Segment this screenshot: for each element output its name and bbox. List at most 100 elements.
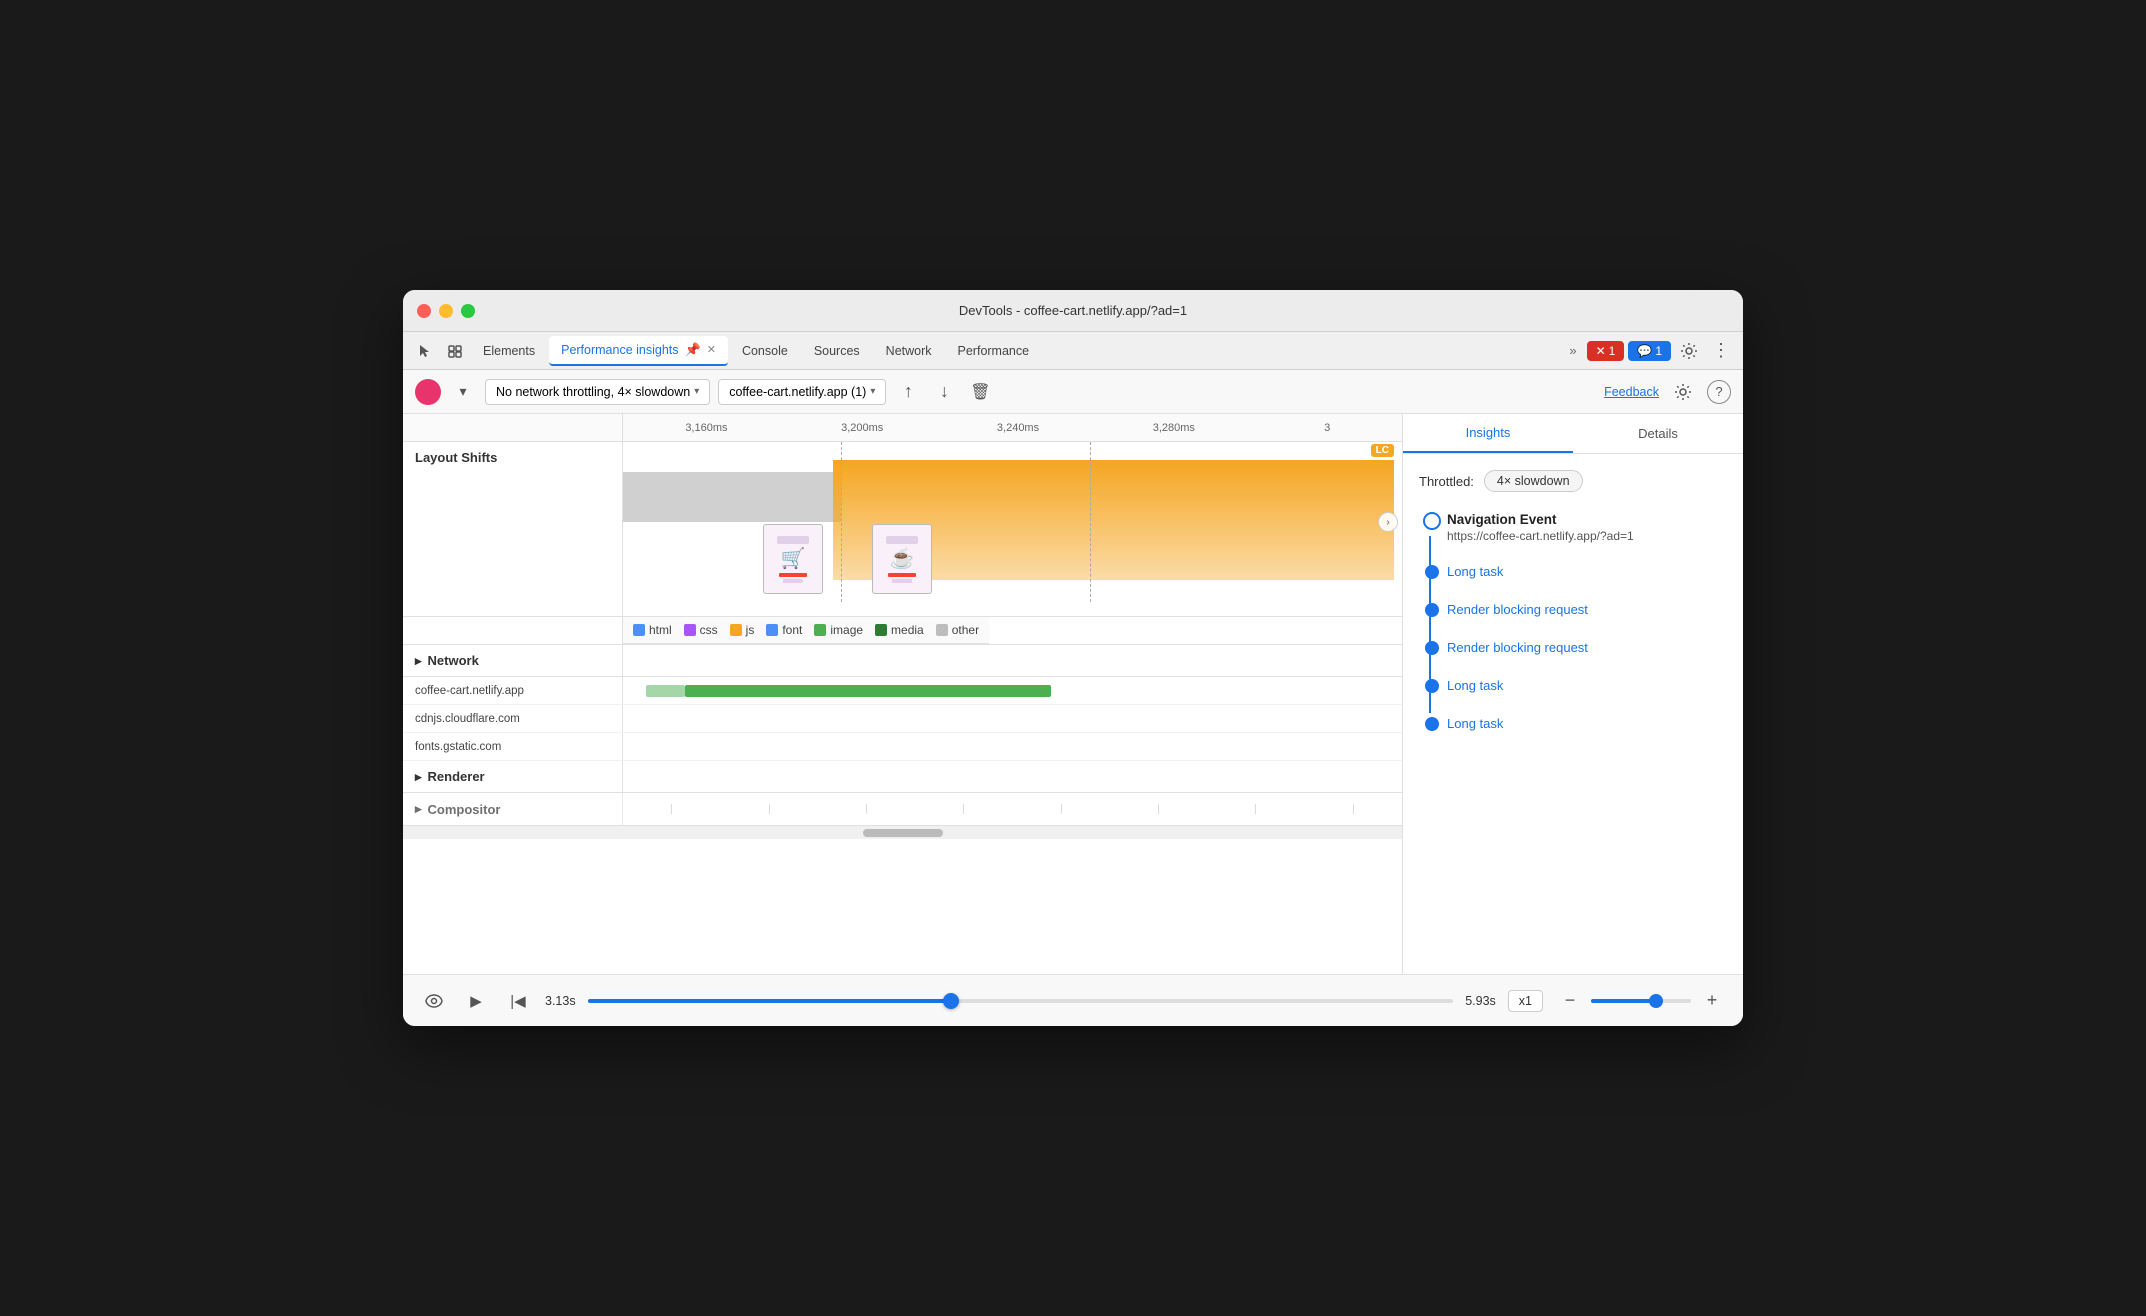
legend-js-label: js xyxy=(746,623,755,637)
layout-shifts-content: LC 🛒 ☕ xyxy=(623,442,1402,602)
renderer-toggle[interactable]: ▸ Renderer xyxy=(403,761,623,792)
layers-icon[interactable] xyxy=(441,337,469,365)
settings-button[interactable] xyxy=(1675,337,1703,365)
legend-css-color xyxy=(684,624,696,636)
network-collapse-icon: ▸ xyxy=(415,653,422,669)
event-dot-1 xyxy=(1425,565,1439,579)
cursor-icon[interactable] xyxy=(411,337,439,365)
net-bar-1-light xyxy=(646,685,685,697)
network-row-2-label: cdnjs.cloudflare.com xyxy=(403,705,623,732)
more-tabs-button[interactable]: » xyxy=(1563,343,1582,358)
legend-js-color xyxy=(730,624,742,636)
event-navigation-url: https://coffee-cart.netlify.app/?ad=1 xyxy=(1447,529,1727,543)
message-badge-button[interactable]: 💬 1 xyxy=(1628,341,1671,361)
network-legend-row: html css js font xyxy=(403,617,1402,645)
legend-media: media xyxy=(875,623,924,637)
timeline-scrubber[interactable] xyxy=(588,999,1454,1003)
event-link-long-task-2[interactable]: Long task xyxy=(1447,678,1503,693)
tab-network[interactable]: Network xyxy=(874,336,944,366)
renderer-content xyxy=(623,761,1402,792)
compositor-ticks xyxy=(623,804,1402,814)
slider-fill xyxy=(588,999,952,1003)
tick xyxy=(1255,804,1256,814)
ruler-tick-4: 3,280ms xyxy=(1153,422,1195,434)
event-link-render-blocking-2[interactable]: Render blocking request xyxy=(1447,640,1588,655)
slider-thumb[interactable] xyxy=(943,993,959,1009)
zoom-slider[interactable] xyxy=(1591,999,1691,1003)
renderer-row: ▸ Renderer xyxy=(403,761,1402,793)
tab-bar-right: » ✕ 1 💬 1 ⋮ xyxy=(1563,337,1735,365)
horizontal-scrollbar[interactable] xyxy=(403,825,1402,839)
tab-performance-insights[interactable]: Performance insights 📌 ✕ xyxy=(549,336,728,366)
zoom-out-button[interactable]: − xyxy=(1555,986,1585,1016)
network-row-3: fonts.gstatic.com xyxy=(403,733,1402,761)
event-dot-2 xyxy=(1425,603,1439,617)
compositor-collapse-icon: ▸ xyxy=(415,801,422,817)
maximize-button[interactable] xyxy=(461,304,475,318)
close-button[interactable] xyxy=(417,304,431,318)
tab-details[interactable]: Details xyxy=(1573,414,1743,453)
net-bar-1-main xyxy=(685,685,1051,697)
url-chevron-icon: ▾ xyxy=(870,386,875,397)
tab-console[interactable]: Console xyxy=(730,336,800,366)
legend-media-label: media xyxy=(891,623,924,637)
delete-button[interactable]: 🗑 xyxy=(966,378,994,406)
main-area: 3,160ms 3,200ms 3,240ms 3,280ms 3 Layout… xyxy=(403,414,1743,974)
compositor-toggle[interactable]: ▸ Compositor xyxy=(403,793,623,825)
feedback-link[interactable]: Feedback xyxy=(1604,385,1659,399)
network-row-1-label: coffee-cart.netlify.app xyxy=(403,677,623,704)
timeline-ruler: 3,160ms 3,200ms 3,240ms 3,280ms 3 xyxy=(403,414,1402,442)
gray-bar xyxy=(623,472,841,522)
record-button[interactable] xyxy=(415,379,441,405)
scrollbar-thumb[interactable] xyxy=(863,829,943,837)
upload-button[interactable]: ↑ xyxy=(894,378,922,406)
legend-html-color xyxy=(633,624,645,636)
tab-sources[interactable]: Sources xyxy=(802,336,872,366)
network-section-toggle[interactable]: ▸ Network xyxy=(403,645,623,676)
tab-elements[interactable]: Elements xyxy=(471,336,547,366)
event-long-task-3: Long task xyxy=(1447,715,1727,733)
tick xyxy=(866,804,867,814)
legend-image: image xyxy=(814,623,863,637)
event-navigation-title: Navigation Event xyxy=(1447,512,1727,527)
legend-media-color xyxy=(875,624,887,636)
shift-thumb-1: 🛒 xyxy=(763,524,823,594)
error-icon: ✕ xyxy=(1596,344,1606,358)
timeline-panel: 3,160ms 3,200ms 3,240ms 3,280ms 3 Layout… xyxy=(403,414,1403,974)
legend-html: html xyxy=(633,623,672,637)
tick xyxy=(1158,804,1159,814)
event-link-long-task-3[interactable]: Long task xyxy=(1447,716,1503,731)
legend-css: css xyxy=(684,623,718,637)
event-long-task-2: Long task xyxy=(1447,677,1727,695)
tab-insights[interactable]: Insights xyxy=(1403,414,1573,453)
legend-image-color xyxy=(814,624,826,636)
chevron-down-icon[interactable]: ▾ xyxy=(449,378,477,406)
zoom-thumb[interactable] xyxy=(1649,994,1663,1008)
zoom-in-button[interactable]: + xyxy=(1697,986,1727,1016)
more-options-button[interactable]: ⋮ xyxy=(1707,337,1735,365)
event-render-blocking-1: Render blocking request xyxy=(1447,601,1727,619)
event-dot-4 xyxy=(1425,679,1439,693)
skip-start-button[interactable]: |◀ xyxy=(503,986,533,1016)
settings-gear-button[interactable] xyxy=(1669,378,1697,406)
expand-button[interactable]: › xyxy=(1378,512,1398,532)
minimize-button[interactable] xyxy=(439,304,453,318)
toolbar-right: Feedback ? xyxy=(1604,378,1731,406)
event-link-long-task-1[interactable]: Long task xyxy=(1447,564,1503,579)
help-button[interactable]: ? xyxy=(1707,380,1731,404)
download-button[interactable]: ↓ xyxy=(930,378,958,406)
event-dot-navigation xyxy=(1423,512,1441,530)
toolbar: ▾ No network throttling, 4× slowdown ▾ c… xyxy=(403,370,1743,414)
ruler-tick-5: 3 xyxy=(1324,422,1330,434)
play-button[interactable]: ▶ xyxy=(461,986,491,1016)
network-row-3-content xyxy=(623,733,1402,760)
url-dropdown[interactable]: coffee-cart.netlify.app (1) ▾ xyxy=(718,379,886,405)
event-link-render-blocking-1[interactable]: Render blocking request xyxy=(1447,602,1588,617)
zoom-fill xyxy=(1591,999,1656,1003)
throttle-dropdown[interactable]: No network throttling, 4× slowdown ▾ xyxy=(485,379,710,405)
tick xyxy=(769,804,770,814)
tab-performance[interactable]: Performance xyxy=(946,336,1042,366)
eye-button[interactable] xyxy=(419,986,449,1016)
error-badge-button[interactable]: ✕ 1 xyxy=(1587,341,1625,361)
tab-close-icon[interactable]: ✕ xyxy=(707,343,716,356)
